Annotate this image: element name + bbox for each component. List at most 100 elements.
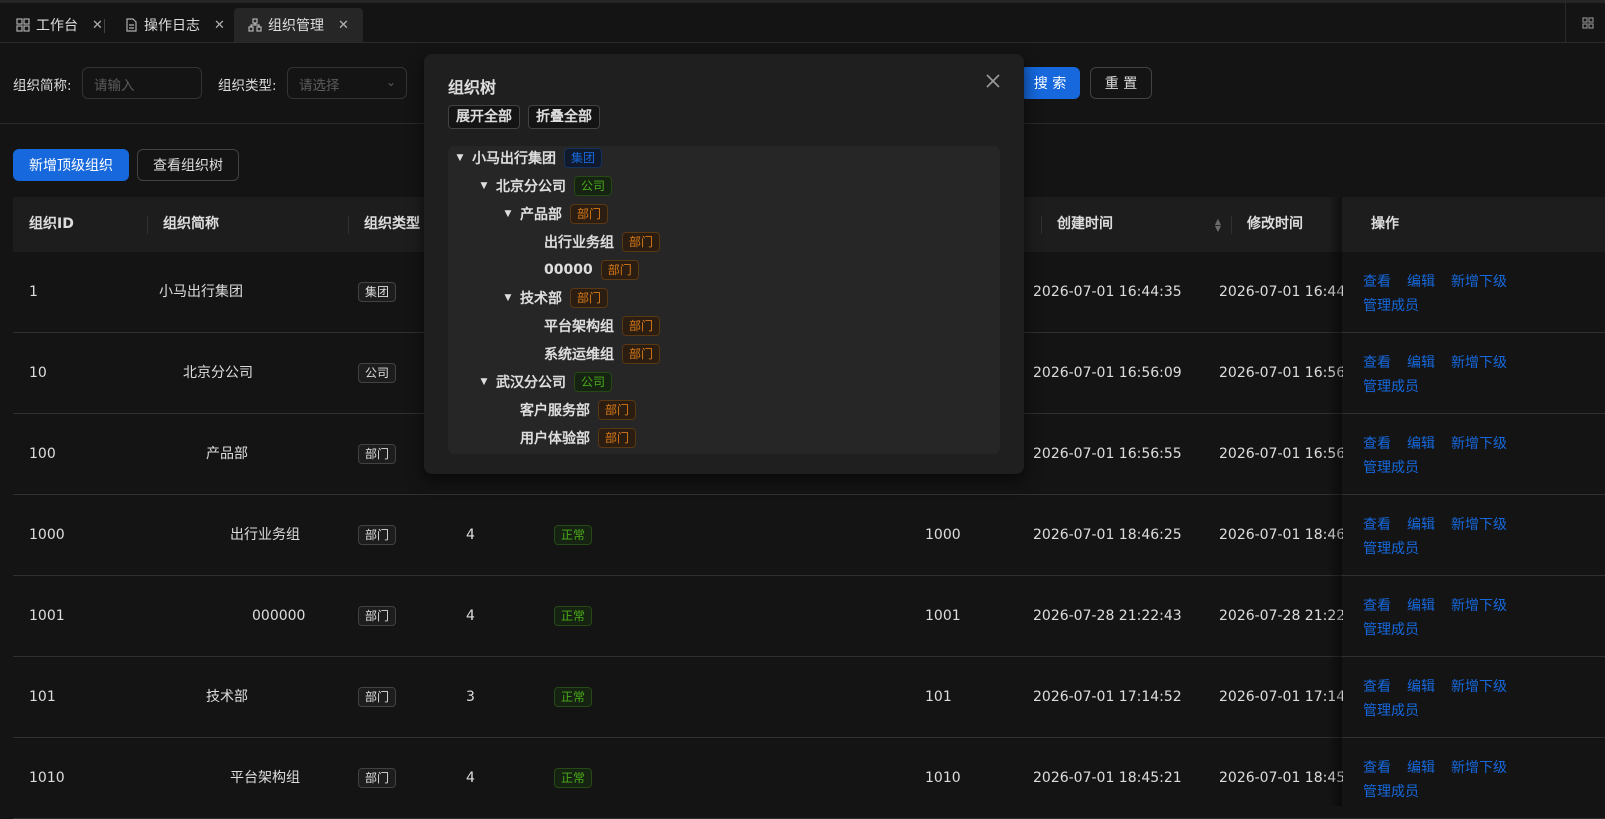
edit-link[interactable]: 编辑 [1407, 676, 1435, 696]
ops-cell: 查看 编辑 新增下级 管理成员 [1355, 657, 1605, 737]
cell-org-name: 北京分公司 [183, 365, 253, 381]
tree-node[interactable]: 客户服务部 部门 [496, 396, 637, 424]
view-link[interactable]: 查看 [1363, 433, 1391, 453]
tab-menu-button[interactable] [1565, 3, 1605, 43]
close-icon[interactable]: ✕ [92, 18, 103, 33]
type-tag: 部门 [358, 768, 397, 788]
tree-node-tag: 部门 [598, 428, 637, 448]
view-org-tree-button[interactable]: 查看组织树 [137, 149, 239, 181]
add-child-link[interactable]: 新增下级 [1451, 757, 1507, 777]
cell-org-name: 平台架构组 [230, 770, 300, 786]
edit-link[interactable]: 编辑 [1407, 271, 1435, 291]
sort-icon[interactable]: ▲ ▼ [1215, 218, 1221, 233]
add-child-link[interactable]: 新增下级 [1451, 514, 1507, 534]
add-child-link[interactable]: 新增下级 [1451, 433, 1507, 453]
edit-link[interactable]: 编辑 [1407, 433, 1435, 453]
manage-members-link[interactable]: 管理成员 [1363, 700, 1419, 720]
cell-sort: 1001 [925, 608, 961, 624]
caret-down-icon[interactable]: ▼ [448, 153, 472, 163]
caret-down-icon[interactable]: ▼ [472, 181, 496, 191]
column-divider [1231, 216, 1232, 234]
type-tag: 集团 [358, 282, 397, 302]
add-child-link[interactable]: 新增下级 [1451, 595, 1507, 615]
tree-node[interactable]: ▼ 技术部 部门 [496, 284, 609, 312]
caret-down-icon[interactable]: ▼ [472, 377, 496, 387]
tree-node-tag: 集团 [564, 148, 603, 168]
view-link[interactable]: 查看 [1363, 595, 1391, 615]
view-link[interactable]: 查看 [1363, 271, 1391, 291]
close-icon[interactable]: ✕ [338, 18, 349, 33]
tree-node[interactable]: 用户体验部 部门 [496, 424, 637, 452]
tree-node[interactable]: ▼ 武汉分公司 公司 [472, 368, 613, 396]
tab-workbench[interactable]: 工作台 ✕ [2, 8, 117, 42]
tree-node[interactable]: ▼ 小马出行集团 集团 [448, 144, 603, 172]
org-name-input[interactable]: 请输入 [82, 67, 202, 99]
ops-cell: 查看 编辑 新增下级 管理成员 [1355, 738, 1605, 818]
edit-link[interactable]: 编辑 [1407, 352, 1435, 372]
manage-members-link[interactable]: 管理成员 [1363, 538, 1419, 558]
cell-sort: 101 [925, 689, 952, 705]
view-link[interactable]: 查看 [1363, 757, 1391, 777]
manage-members-link[interactable]: 管理成员 [1363, 781, 1419, 801]
collapse-all-button[interactable]: 折叠全部 [528, 105, 600, 129]
org-type-select[interactable]: 请选择 ⌄ [287, 67, 407, 99]
cell-org-name: 小马出行集团 [159, 284, 243, 300]
tree-node-tag: 公司 [574, 176, 613, 196]
reset-button[interactable]: 重 置 [1090, 67, 1152, 99]
cell-org-id: 1000 [29, 527, 65, 543]
cell-level: 3 [466, 689, 475, 705]
add-top-org-button[interactable]: 新增顶级组织 [13, 149, 129, 181]
tree-node[interactable]: ▼ 北京分公司 公司 [472, 172, 613, 200]
add-child-link[interactable]: 新增下级 [1451, 352, 1507, 372]
header-modified-time: 修改时间 [1247, 216, 1303, 232]
fixed-column-shadow [1328, 197, 1342, 806]
type-tag: 部门 [358, 444, 397, 464]
org-tree: ▼ 小马出行集团 集团 ▼ 北京分公司 公司 ▼ 产品部 部门 出行业务组 部门 00000 部门 ▼ 技术… [448, 146, 1000, 454]
cell-created-time: 2026-07-01 16:56:55 [1033, 446, 1182, 462]
expand-all-button[interactable]: 展开全部 [448, 105, 520, 129]
tree-node[interactable]: ▼ 产品部 部门 [496, 200, 609, 228]
chevron-down-icon: ⌄ [385, 75, 396, 89]
tree-node-label: 用户体验部 [520, 431, 590, 447]
cell-sort: 1000 [925, 527, 961, 543]
cell-org-id: 101 [29, 689, 56, 705]
view-link[interactable]: 查看 [1363, 676, 1391, 696]
tree-node[interactable]: 系统运维组 部门 [520, 340, 661, 368]
tree-node-label: 出行业务组 [544, 235, 614, 251]
add-child-link[interactable]: 新增下级 [1451, 676, 1507, 696]
view-link[interactable]: 查看 [1363, 514, 1391, 534]
search-button[interactable]: 搜 索 [1020, 67, 1080, 99]
table-row: 1001 000000 部门 4 正常 1001 2026-07-28 21:22:43 20… [13, 576, 1605, 657]
caret-down-icon[interactable]: ▼ [496, 293, 520, 303]
close-icon[interactable]: ✕ [214, 18, 225, 33]
tab-operation-log[interactable]: 操作日志 ✕ [110, 8, 239, 42]
add-child-link[interactable]: 新增下级 [1451, 271, 1507, 291]
manage-members-link[interactable]: 管理成员 [1363, 376, 1419, 396]
view-link[interactable]: 查看 [1363, 352, 1391, 372]
tab-label: 工作台 [36, 18, 78, 34]
cell-modified-time: 2026-07-28 21:22:43 [1219, 608, 1343, 624]
manage-members-link[interactable]: 管理成员 [1363, 457, 1419, 477]
status-tag: 正常 [554, 768, 593, 788]
manage-members-link[interactable]: 管理成员 [1363, 295, 1419, 315]
tree-node[interactable]: 平台架构组 部门 [520, 312, 661, 340]
header-created-time[interactable]: 创建时间 ▲ ▼ [1057, 197, 1221, 252]
caret-down-icon[interactable]: ▼ [496, 209, 520, 219]
column-divider [1041, 216, 1042, 234]
tree-node[interactable]: 出行业务组 部门 [520, 228, 661, 256]
org-type-label: 组织类型: [218, 78, 277, 94]
edit-link[interactable]: 编辑 [1407, 757, 1435, 777]
edit-link[interactable]: 编辑 [1407, 595, 1435, 615]
cell-org-id: 100 [29, 446, 56, 462]
edit-link[interactable]: 编辑 [1407, 514, 1435, 534]
tree-node[interactable]: 00000 部门 [520, 256, 639, 284]
tree-node-tag: 部门 [598, 400, 637, 420]
header-created-label: 创建时间 [1057, 216, 1113, 232]
close-icon[interactable] [982, 70, 1004, 92]
header-org-type: 组织类型 [364, 216, 420, 232]
manage-members-link[interactable]: 管理成员 [1363, 619, 1419, 639]
org-tree-icon [248, 18, 262, 32]
tree-node-tag: 部门 [622, 344, 661, 364]
cell-sort: 1010 [925, 770, 961, 786]
tab-org-management[interactable]: 组织管理 ✕ [234, 8, 363, 42]
